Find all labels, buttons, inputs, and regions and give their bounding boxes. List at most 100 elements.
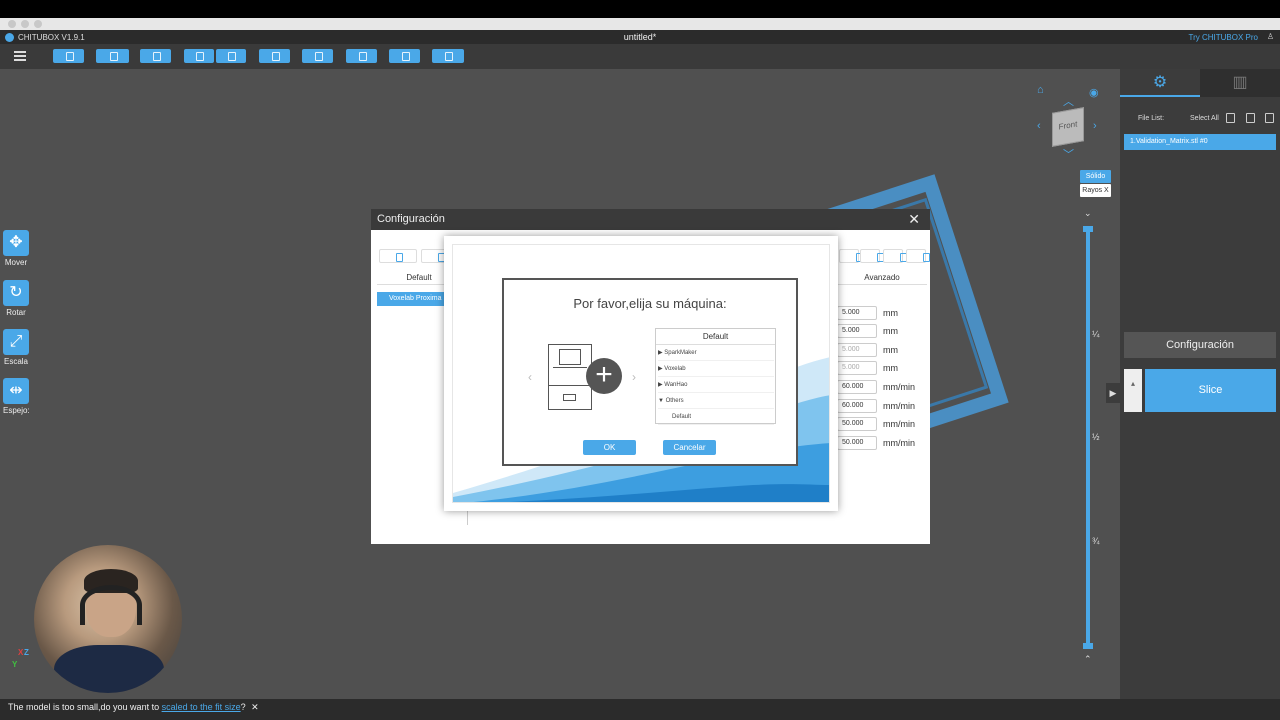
param-unit-2: mm bbox=[883, 326, 898, 336]
cancel-button[interactable]: Cancelar bbox=[663, 440, 716, 455]
new-profile-button[interactable] bbox=[379, 249, 417, 263]
layer-slider[interactable] bbox=[1086, 226, 1090, 648]
param-input-7[interactable]: 50.000 bbox=[837, 417, 877, 431]
settings-tool-button[interactable] bbox=[432, 49, 464, 63]
prev-machine-arrow[interactable]: ‹ bbox=[528, 370, 532, 384]
scale-to-fit-link[interactable]: scaled to the fit size bbox=[162, 702, 241, 712]
close-window-button[interactable] bbox=[8, 20, 16, 28]
hollow-button[interactable] bbox=[259, 49, 290, 63]
eye-icon[interactable]: ◉ bbox=[1089, 86, 1099, 99]
rotate-icon[interactable]: ↻ bbox=[3, 280, 29, 306]
rotate-left-icon[interactable]: ‹ bbox=[1037, 120, 1041, 132]
main-toolbar bbox=[0, 44, 1280, 69]
slider-expand-icon[interactable]: ⌃ bbox=[1084, 654, 1092, 665]
right-panel: ⚙ ▥ File List: Select All 1.Validation_M… bbox=[1120, 69, 1280, 699]
ok-button[interactable]: OK bbox=[583, 440, 636, 455]
dig-hole-button[interactable] bbox=[346, 49, 377, 63]
move-label: Mover bbox=[4, 258, 28, 267]
try-pro-link[interactable]: Try CHITUBOX Pro bbox=[1189, 33, 1258, 42]
slider-top-handle[interactable] bbox=[1083, 226, 1093, 232]
param-input-6[interactable]: 60.000 bbox=[837, 399, 877, 413]
move-tool[interactable]: ✥ Mover bbox=[3, 230, 29, 267]
mirror-icon[interactable]: ⇹ bbox=[3, 378, 29, 404]
param-input-5[interactable]: 60.000 bbox=[837, 380, 877, 394]
delete-icon[interactable] bbox=[1265, 113, 1274, 123]
slider-tick-half: ½ bbox=[1092, 432, 1100, 442]
app-title-bar: CHITUBOX V1.9.1 untitled* Try CHITUBOX P… bbox=[0, 30, 1280, 44]
machine-item-voxelab[interactable]: ▶ Voxelab bbox=[658, 362, 774, 377]
close-icon[interactable]: ✕ bbox=[908, 209, 920, 230]
xray-view-button[interactable]: Rayos X bbox=[1080, 184, 1111, 197]
rotate-tool[interactable]: ↻ Rotar bbox=[3, 280, 29, 317]
select-tool-button[interactable] bbox=[140, 49, 171, 63]
file-list-label: File List: bbox=[1138, 115, 1165, 122]
select-all-label[interactable]: Select All bbox=[1190, 115, 1219, 122]
save-file-button[interactable] bbox=[96, 49, 129, 63]
configuration-button[interactable]: Configuración bbox=[1124, 332, 1276, 358]
param-input-3[interactable]: 5.000 bbox=[837, 343, 877, 357]
slider-tick-three-quarter: ¾ bbox=[1092, 536, 1100, 546]
panel-toggle-arrow[interactable]: ▶ bbox=[1106, 383, 1120, 403]
param-input-1[interactable]: 5.000 bbox=[837, 306, 877, 320]
edit-icon[interactable] bbox=[1246, 113, 1255, 123]
choose-machine-dialog: Por favor,elija su máquina: ‹ › + Defaul… bbox=[502, 278, 798, 466]
home-view-icon[interactable]: ⌂ bbox=[1037, 84, 1044, 96]
choose-machine-title: Por favor,elija su máquina: bbox=[573, 296, 727, 311]
solid-view-button[interactable]: Sólido bbox=[1080, 170, 1111, 183]
add-machine-icon[interactable]: + bbox=[586, 358, 622, 394]
export-profile-button[interactable] bbox=[860, 249, 884, 263]
divider bbox=[467, 509, 468, 525]
zoom-window-button[interactable] bbox=[34, 20, 42, 28]
status-suffix: ? bbox=[240, 702, 246, 712]
file-list-item[interactable]: 1.Validation_Matrix.stl #0 bbox=[1124, 134, 1276, 150]
layout-button[interactable] bbox=[184, 49, 214, 63]
rotate-up-icon[interactable]: ︿ bbox=[1063, 93, 1074, 109]
minimize-window-button[interactable] bbox=[21, 20, 29, 28]
open-file-button[interactable] bbox=[53, 49, 84, 63]
slider-collapse-icon[interactable]: ⌄ bbox=[1084, 208, 1092, 219]
support-button[interactable] bbox=[302, 49, 333, 63]
rotate-down-icon[interactable]: ﹀ bbox=[1063, 146, 1074, 162]
param-unit-8: mm/min bbox=[883, 438, 915, 448]
slice-options-tab[interactable]: ▴ bbox=[1124, 369, 1142, 412]
machine-wizard: Por favor,elija su máquina: ‹ › + Defaul… bbox=[444, 236, 838, 511]
save-profile-button[interactable] bbox=[906, 249, 930, 263]
select-all-checkbox[interactable] bbox=[1226, 113, 1235, 123]
import-profile-button[interactable] bbox=[839, 249, 863, 263]
mac-title-bar bbox=[0, 0, 1280, 30]
next-machine-arrow[interactable]: › bbox=[632, 370, 636, 384]
status-close-icon[interactable]: ✕ bbox=[251, 702, 259, 712]
machine-item-sparkmaker[interactable]: ▶ SparkMaker bbox=[658, 346, 774, 361]
param-input-8[interactable]: 50.000 bbox=[837, 436, 877, 450]
scale-tool[interactable]: ⤢ Escala bbox=[3, 329, 29, 366]
menu-icon[interactable] bbox=[14, 51, 26, 61]
share-profile-button[interactable] bbox=[883, 249, 907, 263]
mirror-tool[interactable]: ⇹ Espejo: bbox=[3, 378, 30, 415]
printer-icon: ▥ bbox=[1232, 74, 1248, 91]
machine-item-wanhao[interactable]: ▶ WanHao bbox=[658, 378, 774, 393]
machine-item-default[interactable]: Default bbox=[658, 410, 774, 425]
scale-icon[interactable]: ⤢ bbox=[3, 329, 29, 355]
machine-item-others[interactable]: ▼ Others bbox=[658, 394, 774, 409]
param-input-2[interactable]: 5.000 bbox=[837, 324, 877, 338]
param-unit-1: mm bbox=[883, 308, 898, 318]
param-unit-3: mm bbox=[883, 345, 898, 355]
machine-list-header: Default bbox=[656, 329, 775, 345]
param-input-4[interactable]: 5.000 bbox=[837, 361, 877, 375]
tab-printer[interactable]: ▥ bbox=[1200, 69, 1280, 97]
slice-button[interactable]: Slice bbox=[1145, 369, 1276, 412]
machine-list: Default ▶ SparkMaker ▶ Voxelab ▶ WanHao … bbox=[655, 328, 776, 425]
view-cube[interactable]: Front bbox=[1052, 107, 1084, 147]
tab-settings[interactable]: ⚙ bbox=[1120, 69, 1200, 97]
tab-advanced[interactable]: Avanzado bbox=[837, 271, 927, 285]
slider-bottom-handle[interactable] bbox=[1083, 643, 1093, 649]
status-bar: The model is too small,do you want to sc… bbox=[0, 699, 1280, 720]
selected-profile[interactable]: Voxelab Proxima bbox=[377, 292, 447, 306]
slider-tick-quarter: ¼ bbox=[1092, 329, 1100, 339]
document-title: untitled* bbox=[623, 32, 657, 42]
rotate-right-icon[interactable]: › bbox=[1093, 120, 1097, 132]
user-icon[interactable]: ♙ bbox=[1267, 32, 1274, 41]
measure-button[interactable] bbox=[389, 49, 420, 63]
export-button[interactable] bbox=[216, 49, 246, 63]
move-icon[interactable]: ✥ bbox=[3, 230, 29, 256]
